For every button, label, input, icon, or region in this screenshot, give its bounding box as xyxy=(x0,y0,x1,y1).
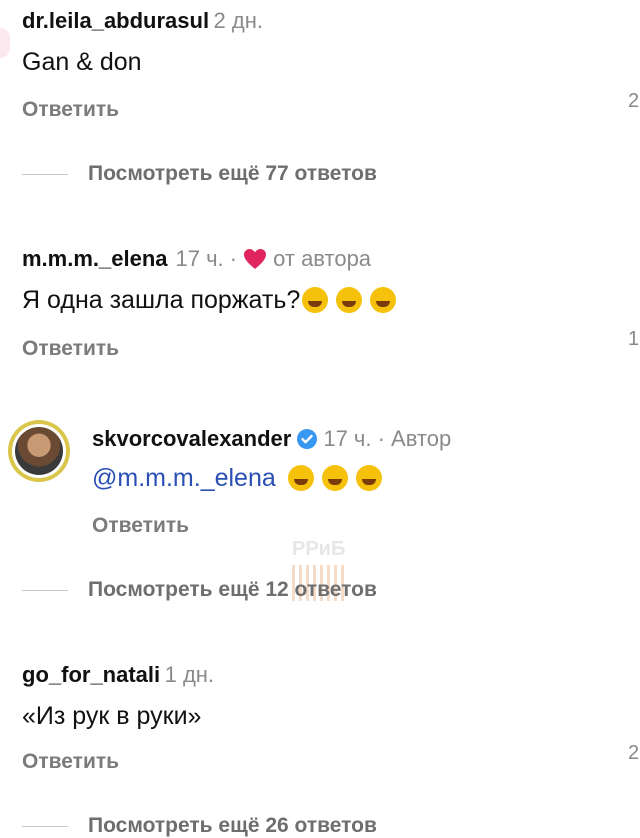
reply-button[interactable]: Ответить xyxy=(22,750,119,774)
view-more-label[interactable]: Посмотреть ещё 77 ответов xyxy=(88,162,377,186)
comment-time: 1 дн. xyxy=(164,662,215,687)
reply-username[interactable]: skvorcovalexander xyxy=(92,426,291,452)
comment: go_for_natali 1 дн. xyxy=(22,662,214,688)
comment-time: 2 дн. xyxy=(213,8,263,33)
view-more-label[interactable]: Посмотреть ещё 26 ответов xyxy=(88,814,377,838)
divider-line xyxy=(22,173,68,175)
heart-icon xyxy=(244,249,267,269)
divider-line xyxy=(22,825,68,827)
comment-text: Я одна зашла поржать? xyxy=(22,286,301,314)
divider-line xyxy=(22,589,68,591)
watermark-text: PPиБ xyxy=(292,538,346,560)
comment-time: 17 ч. · xyxy=(175,246,238,271)
like-count: 1 xyxy=(628,328,640,350)
reply-time: 17 ч. · Автор xyxy=(323,426,452,451)
rofl-emoji-icon xyxy=(336,287,363,313)
rofl-emoji-icon xyxy=(370,287,397,313)
avatar-gap xyxy=(12,424,66,478)
joy-emoji-icon xyxy=(355,465,382,491)
reply-button[interactable]: Ответить xyxy=(22,98,119,122)
comment-username[interactable]: dr.leila_abdurasul xyxy=(22,8,209,33)
rofl-emoji-icon xyxy=(302,287,329,313)
reply-header: skvorcovalexander 17 ч. · Автор xyxy=(92,426,451,452)
avatar xyxy=(15,427,63,475)
comment-text-row: Я одна зашла поржать? xyxy=(22,286,397,315)
comment-header: m.m.m._elena 17 ч. · от автора xyxy=(22,246,371,272)
comment-username[interactable]: m.m.m._elena xyxy=(22,246,168,272)
comment-username[interactable]: go_for_natali xyxy=(22,662,160,687)
comment: dr.leila_abdurasul 2 дн. xyxy=(22,8,263,34)
mention-link[interactable]: @m.m.m._elena xyxy=(92,464,276,492)
comment-text: Gan & don xyxy=(22,48,142,76)
joy-emoji-icon xyxy=(287,465,314,491)
view-more-replies[interactable]: Посмотреть ещё 12 ответов xyxy=(22,578,377,602)
reply-text-row: @m.m.m._elena xyxy=(92,464,382,493)
liked-by-author-label: от автора xyxy=(273,246,372,271)
view-more-replies[interactable]: Посмотреть ещё 77 ответов xyxy=(22,162,377,186)
left-edge-accent xyxy=(0,28,10,58)
reply-button[interactable]: Ответить xyxy=(22,337,119,361)
comment-text: «Из рук в руки» xyxy=(22,702,202,730)
avatar-ring[interactable] xyxy=(8,420,70,482)
verified-badge-icon xyxy=(297,429,318,449)
like-count: 2 xyxy=(628,742,640,764)
joy-emoji-icon xyxy=(321,465,348,491)
reply-button[interactable]: Ответить xyxy=(92,514,189,538)
like-count: 2 xyxy=(628,90,640,112)
view-more-replies[interactable]: Посмотреть ещё 26 ответов xyxy=(22,814,377,838)
view-more-label[interactable]: Посмотреть ещё 12 ответов xyxy=(88,578,377,602)
